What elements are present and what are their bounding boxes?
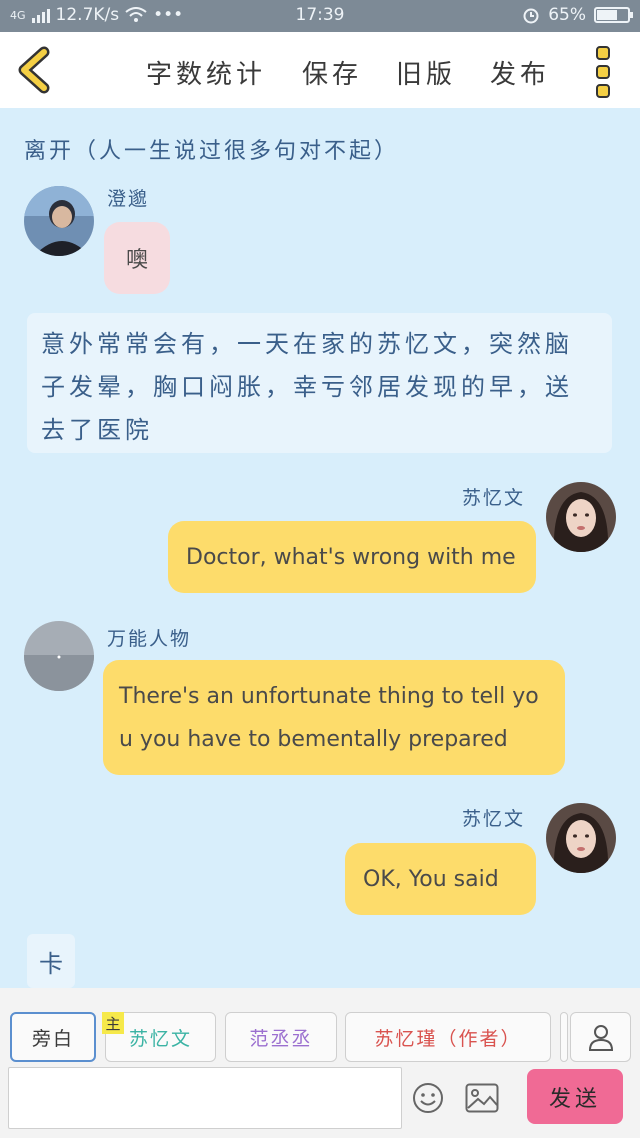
more-menu-icon[interactable] — [596, 46, 612, 98]
message-bubble[interactable]: There's an unfortunate thing to tell yo … — [103, 660, 565, 775]
clock: 17:39 — [295, 5, 345, 25]
avatar[interactable] — [24, 621, 94, 691]
role-label: 苏忆瑾（作者） — [374, 1027, 522, 1050]
send-label: 发送 — [548, 1086, 601, 1112]
narration-text: 意外常常会有，一天在家的苏忆文，突然脑子发晕，胸口闷胀，幸亏邻居发现的早，送去了… — [41, 330, 573, 444]
message-text-line: There's an unfortunate thing to tell yo — [119, 683, 539, 709]
message-text: Doctor, what's wrong with me — [186, 544, 516, 570]
character-manager-button[interactable] — [570, 1012, 631, 1062]
word-count-button[interactable]: 字数统计 — [146, 54, 266, 91]
avatar[interactable] — [24, 186, 94, 256]
alarm-icon — [523, 8, 539, 24]
message-bubble[interactable]: 噢 — [104, 222, 170, 294]
narration-text: 卡 — [39, 949, 63, 978]
person-icon — [588, 1025, 613, 1051]
role-label: 旁白 — [31, 1027, 74, 1050]
message-text: 噢 — [125, 248, 148, 273]
battery-icon — [594, 7, 633, 23]
avatar[interactable] — [546, 482, 616, 552]
image-icon[interactable] — [465, 1083, 499, 1113]
speaker-name: 苏忆文 — [462, 808, 526, 830]
role-narrator-button[interactable]: 旁白 — [10, 1012, 96, 1062]
speaker-name: 苏忆文 — [462, 487, 526, 509]
old-version-button[interactable]: 旧版 — [396, 54, 456, 91]
top-toolbar: 字数统计 保存 旧版 发布 — [0, 32, 640, 108]
role-fanchengcheng-button[interactable]: 范丞丞 — [225, 1012, 337, 1062]
status-bar: 4G 12.7K/s ••• 17:39 65% — [0, 0, 640, 32]
battery-percent: 65% — [548, 5, 586, 25]
page-title: 离开（人一生说过很多句对不起） — [24, 139, 400, 164]
speaker-name: 澄邈 — [107, 188, 150, 210]
avatar[interactable] — [546, 803, 616, 873]
save-button[interactable]: 保存 — [302, 54, 362, 91]
message-text: OK, You said — [363, 866, 499, 892]
message-bubble[interactable]: OK, You said — [345, 843, 536, 915]
speaker-name: 万能人物 — [107, 628, 192, 650]
message-text-line: u you have to bementally prepared — [119, 726, 508, 752]
role-author-button[interactable]: 苏忆瑾（作者） — [345, 1012, 551, 1062]
role-scroll-edge — [560, 1012, 568, 1062]
role-label: 苏忆文 — [128, 1027, 192, 1050]
publish-button[interactable]: 发布 — [490, 54, 550, 91]
narration-block[interactable]: 卡 — [27, 934, 75, 988]
send-button[interactable]: 发送 — [527, 1069, 623, 1124]
narration-block[interactable]: 意外常常会有，一天在家的苏忆文，突然脑子发晕，胸口闷胀，幸亏邻居发现的早，送去了… — [27, 313, 612, 453]
message-input[interactable] — [8, 1067, 402, 1129]
role-label: 范丞丞 — [249, 1027, 313, 1050]
back-arrow-icon[interactable] — [14, 46, 54, 94]
emoji-icon[interactable] — [412, 1082, 444, 1114]
message-bubble[interactable]: Doctor, what's wrong with me — [168, 521, 536, 593]
main-character-badge: 主 — [102, 1012, 124, 1034]
